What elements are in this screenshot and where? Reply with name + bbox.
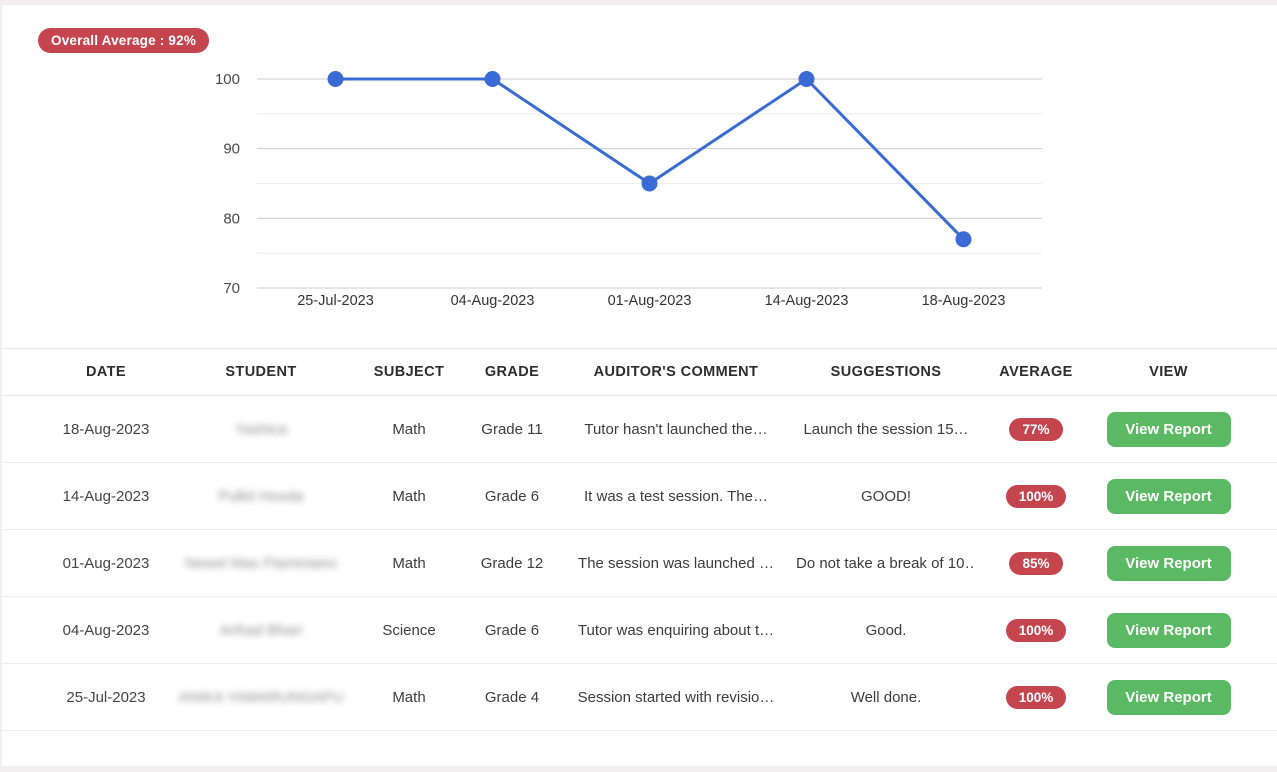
cell-suggestion: GOOD! xyxy=(796,488,976,505)
column-header-comment: AUDITOR'S COMMENT xyxy=(556,364,796,380)
overall-average-badge: Overall Average : 92% xyxy=(38,28,209,53)
cell-date: 14-Aug-2023 xyxy=(40,488,172,505)
cell-suggestion: Launch the session 15… xyxy=(796,421,976,438)
y-axis-tick-label: 100 xyxy=(215,71,240,88)
chart-point xyxy=(485,71,501,87)
view-report-button[interactable]: View Report xyxy=(1107,613,1231,648)
cell-grade: Grade 11 xyxy=(468,421,556,438)
view-report-button[interactable]: View Report xyxy=(1107,479,1231,514)
chart-line xyxy=(336,79,964,239)
cell-average: 77% xyxy=(976,418,1096,441)
cell-suggestion: Good. xyxy=(796,622,976,639)
column-header-date: DATE xyxy=(40,364,172,380)
cell-suggestion: Well done. xyxy=(796,689,976,706)
cell-student-name-blurred: Newel Max Flaminiano xyxy=(172,555,350,572)
view-report-button[interactable]: View Report xyxy=(1107,546,1231,581)
cell-student-name-blurred: Yashica xyxy=(172,421,350,438)
view-report-button[interactable]: View Report xyxy=(1107,412,1231,447)
table-row: 25-Jul-2023ANIKA YAMARUNGAPUMathGrade 4S… xyxy=(2,664,1277,731)
average-badge: 100% xyxy=(1006,485,1067,508)
cell-subject: Math xyxy=(350,555,468,572)
cell-student-name-blurred: Pulkit Hooda xyxy=(172,488,350,505)
column-header-subject: SUBJECT xyxy=(350,364,468,380)
cell-average: 85% xyxy=(976,552,1096,575)
average-badge: 85% xyxy=(1009,552,1062,575)
x-axis-tick-label: 18-Aug-2023 xyxy=(922,293,1006,309)
cell-date: 25-Jul-2023 xyxy=(40,689,172,706)
table-row: 14-Aug-2023Pulkit HoodaMathGrade 6It was… xyxy=(2,463,1277,530)
average-badge: 77% xyxy=(1009,418,1062,441)
column-header-average: AVERAGE xyxy=(976,364,1096,380)
average-badge: 100% xyxy=(1006,619,1067,642)
chart-point xyxy=(642,176,658,192)
cell-view: View Report xyxy=(1096,613,1241,648)
cell-grade: Grade 6 xyxy=(468,622,556,639)
x-axis-tick-label: 01-Aug-2023 xyxy=(608,293,692,309)
cell-average: 100% xyxy=(976,619,1096,642)
x-axis-tick-label: 04-Aug-2023 xyxy=(451,293,535,309)
cell-grade: Grade 4 xyxy=(468,689,556,706)
column-header-grade: GRADE xyxy=(468,364,556,380)
cell-auditor-comment: Tutor hasn't launched the… xyxy=(556,421,796,438)
y-axis-tick-label: 70 xyxy=(223,280,240,297)
y-axis-tick-label: 80 xyxy=(223,210,240,227)
column-header-suggestion: SUGGESTIONS xyxy=(796,364,976,380)
x-axis-tick-label: 14-Aug-2023 xyxy=(765,293,849,309)
chart-point xyxy=(799,71,815,87)
y-axis-tick-label: 90 xyxy=(223,141,240,158)
cell-subject: Science xyxy=(350,622,468,639)
line-chart-svg: 70 80 90 100 25-Jul-2023 04-Aug-2023 01-Aug-20… xyxy=(2,55,1102,313)
cell-auditor-comment: It was a test session. The… xyxy=(556,488,796,505)
cell-view: View Report xyxy=(1096,479,1241,514)
cell-view: View Report xyxy=(1096,412,1241,447)
cell-auditor-comment: Session started with revisio… xyxy=(556,689,796,706)
cell-suggestion: Do not take a break of 10… xyxy=(796,555,976,572)
table-header-row: DATESTUDENTSUBJECTGRADEAUDITOR'S COMMENT… xyxy=(2,348,1277,396)
cell-subject: Math xyxy=(350,421,468,438)
view-report-button[interactable]: View Report xyxy=(1107,680,1231,715)
cell-view: View Report xyxy=(1096,680,1241,715)
cell-view: View Report xyxy=(1096,546,1241,581)
cell-date: 18-Aug-2023 xyxy=(40,421,172,438)
cell-subject: Math xyxy=(350,488,468,505)
table-row: 01-Aug-2023Newel Max FlaminianoMathGrade… xyxy=(2,530,1277,597)
cell-date: 01-Aug-2023 xyxy=(40,555,172,572)
table-body: 18-Aug-2023YashicaMathGrade 11Tutor hasn… xyxy=(2,396,1277,731)
cell-average: 100% xyxy=(976,485,1096,508)
cell-subject: Math xyxy=(350,689,468,706)
audit-report-page: Overall Average : 92% 70 80 90 100 25-Jul-20… xyxy=(2,5,1277,766)
average-line-chart: 70 80 90 100 25-Jul-2023 04-Aug-2023 01-Aug-20… xyxy=(2,55,1102,313)
cell-auditor-comment: The session was launched … xyxy=(556,555,796,572)
cell-average: 100% xyxy=(976,686,1096,709)
cell-student-name-blurred: Arihad Bhari xyxy=(172,622,350,639)
column-header-student: STUDENT xyxy=(172,364,350,380)
chart-point xyxy=(328,71,344,87)
chart-point xyxy=(956,231,972,247)
audit-sessions-table: DATESTUDENTSUBJECTGRADEAUDITOR'S COMMENT… xyxy=(2,348,1277,731)
table-row: 04-Aug-2023Arihad BhariScienceGrade 6Tut… xyxy=(2,597,1277,664)
cell-student-name-blurred: ANIKA YAMARUNGAPU xyxy=(172,689,350,706)
column-header-view: VIEW xyxy=(1096,364,1241,380)
table-row: 18-Aug-2023YashicaMathGrade 11Tutor hasn… xyxy=(2,396,1277,463)
cell-grade: Grade 12 xyxy=(468,555,556,572)
cell-date: 04-Aug-2023 xyxy=(40,622,172,639)
cell-auditor-comment: Tutor was enquiring about t… xyxy=(556,622,796,639)
cell-grade: Grade 6 xyxy=(468,488,556,505)
average-badge: 100% xyxy=(1006,686,1067,709)
x-axis-tick-label: 25-Jul-2023 xyxy=(297,293,374,309)
